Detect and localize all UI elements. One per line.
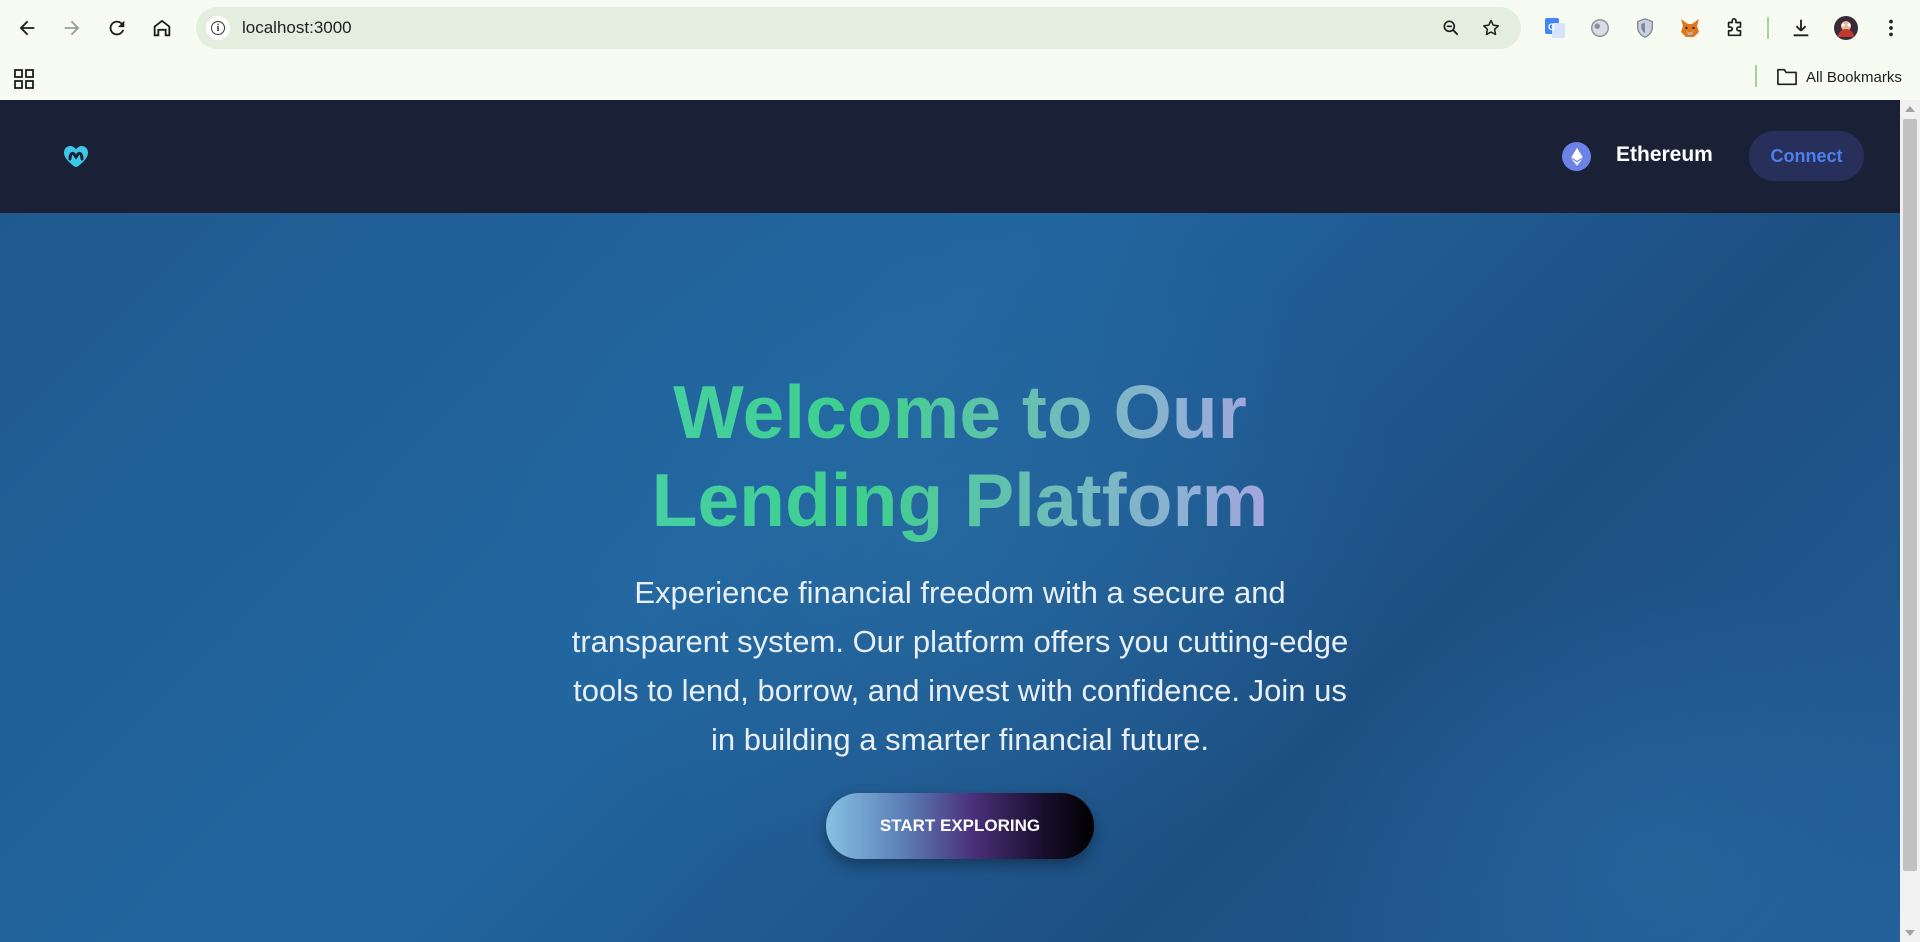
connect-button[interactable]: Connect xyxy=(1749,131,1864,181)
page-scrollbar[interactable] xyxy=(1900,100,1920,942)
profile-avatar[interactable] xyxy=(1831,13,1861,43)
folder-icon xyxy=(1777,68,1797,86)
bookmarks-bar: All Bookmarks xyxy=(0,56,1920,100)
google-translate-icon[interactable]: G xyxy=(1540,13,1570,43)
start-exploring-button[interactable]: START EXPLORING xyxy=(826,793,1094,859)
hero-title-line-1: Welcome to Our xyxy=(673,370,1247,454)
bookmark-star-icon[interactable] xyxy=(1479,16,1503,40)
menu-icon[interactable] xyxy=(1876,13,1906,43)
browser-toolbar: i localhost:3000 G xyxy=(0,0,1920,56)
logo-icon[interactable] xyxy=(60,140,92,172)
extension-icon[interactable] xyxy=(1585,13,1615,43)
url-text[interactable]: localhost:3000 xyxy=(242,18,352,38)
forward-icon[interactable] xyxy=(54,10,90,46)
shield-icon[interactable] xyxy=(1630,13,1660,43)
toolbar-separator xyxy=(1767,17,1769,39)
all-bookmarks-button[interactable]: All Bookmarks xyxy=(1776,64,1902,90)
bookmarks-separator xyxy=(1755,65,1757,87)
navbar: Ethereum Connect xyxy=(0,100,1900,213)
hero-title: Welcome to Our Lending Platform xyxy=(0,368,1900,544)
download-icon[interactable] xyxy=(1786,13,1816,43)
scroll-down-arrow-icon[interactable] xyxy=(1905,930,1915,936)
apps-icon[interactable] xyxy=(13,68,35,90)
puzzle-icon[interactable] xyxy=(1720,13,1750,43)
all-bookmarks-label: All Bookmarks xyxy=(1806,68,1902,86)
home-icon[interactable] xyxy=(144,10,180,46)
hero-section: Welcome to Our Lending Platform Experien… xyxy=(0,213,1900,942)
hero-title-line-2: Lending Platform xyxy=(651,458,1269,542)
zoom-icon[interactable] xyxy=(1439,16,1463,40)
ethereum-icon xyxy=(1562,142,1591,171)
address-bar[interactable]: i localhost:3000 xyxy=(196,7,1521,49)
reload-icon[interactable] xyxy=(99,10,135,46)
scroll-up-arrow-icon[interactable] xyxy=(1905,106,1915,112)
hero-description: Experience financial freedom with a secu… xyxy=(571,575,1349,757)
svg-text:G: G xyxy=(1548,22,1555,32)
page-viewport: Ethereum Connect Welcome to Our Lending … xyxy=(0,100,1900,942)
back-icon[interactable] xyxy=(9,10,45,46)
network-label[interactable]: Ethereum xyxy=(1616,143,1713,167)
scrollbar-thumb[interactable] xyxy=(1903,119,1917,871)
metamask-icon[interactable] xyxy=(1675,13,1705,43)
site-info-icon[interactable]: i xyxy=(206,16,230,40)
